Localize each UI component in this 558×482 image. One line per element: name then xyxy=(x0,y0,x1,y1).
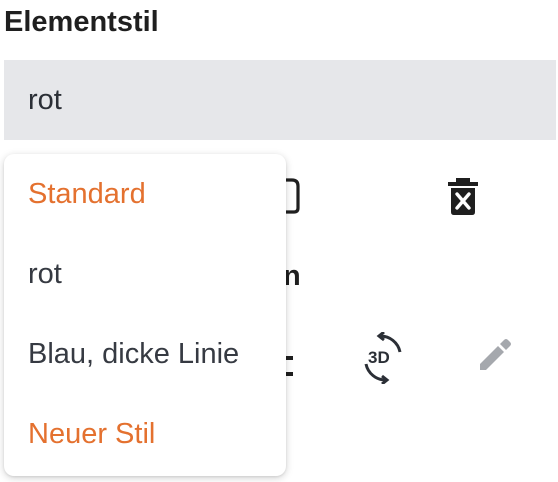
rotate-3d-icon[interactable]: 3D xyxy=(356,332,410,384)
dropdown-item-label: Neuer Stil xyxy=(28,417,156,450)
style-select-value: rot xyxy=(28,83,62,116)
rotate-3d-label: 3D xyxy=(368,348,390,367)
style-select[interactable]: rot xyxy=(4,60,556,140)
dropdown-item-rot[interactable]: rot xyxy=(4,234,286,314)
pencil-icon[interactable] xyxy=(476,336,514,374)
dropdown-item-standard[interactable]: Standard xyxy=(4,154,286,234)
dropdown-item-label: Blau, dicke Linie xyxy=(28,337,240,370)
dropdown-item-label: rot xyxy=(28,257,62,290)
dropdown-item-blau-dicke-linie[interactable]: Blau, dicke Linie xyxy=(4,314,286,394)
dropdown-item-label: Standard xyxy=(28,177,146,210)
trash-icon[interactable] xyxy=(446,176,480,216)
section-title: Elementstil xyxy=(4,6,159,38)
dropdown-item-neuer-stil[interactable]: Neuer Stil xyxy=(4,394,286,474)
style-dropdown-menu: Standard rot Blau, dicke Linie Neuer Sti… xyxy=(4,154,286,476)
